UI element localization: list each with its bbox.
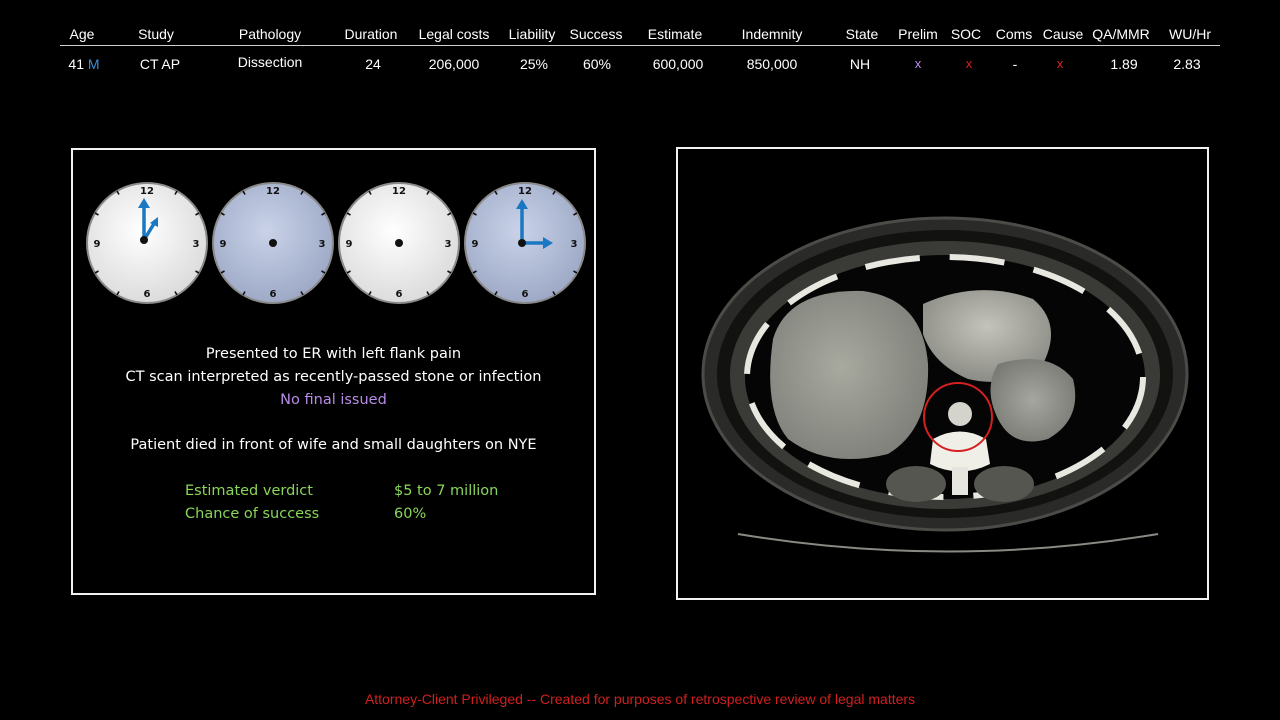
- verdict-label: Estimated verdict: [185, 483, 313, 499]
- col-success: Success: [569, 26, 623, 42]
- clock-label-6: 6: [396, 289, 403, 300]
- col-estimate: Estimate: [647, 26, 703, 42]
- cell-wu-hr: 2.83: [1173, 56, 1201, 72]
- success-value: 60%: [394, 506, 427, 522]
- cell-legal-costs: 206,000: [428, 56, 480, 72]
- narrative-line-4: Patient died in front of wife and small …: [130, 437, 537, 453]
- cell-cause: x: [1056, 56, 1064, 71]
- cell-study: CT AP: [139, 56, 181, 72]
- clock-label-9: 9: [346, 239, 353, 250]
- cell-pathology: Dissection: [237, 54, 303, 70]
- cell-estimate: 600,000: [652, 56, 704, 72]
- verdict-value: $5 to 7 million: [394, 483, 499, 499]
- col-age: Age: [69, 26, 95, 42]
- clock-label-9: 9: [220, 239, 227, 250]
- clock-label-6: 6: [144, 289, 151, 300]
- cell-age: 41 M: [68, 56, 99, 72]
- ct-scan-image: [678, 149, 1207, 598]
- cell-qa-mmr: 1.89: [1110, 56, 1138, 72]
- clock-label-12: 12: [518, 186, 532, 197]
- case-summary-table: Age Study Pathology Duration Legal costs…: [0, 0, 1280, 90]
- col-state: State: [845, 26, 879, 42]
- cell-prelim: x: [914, 56, 922, 71]
- clock-label-3: 3: [571, 239, 578, 250]
- success-label: Chance of success: [185, 506, 320, 522]
- cell-state: NH: [849, 56, 871, 72]
- cell-liability: 25%: [519, 56, 549, 72]
- col-indemnity: Indemnity: [741, 26, 803, 42]
- col-soc: SOC: [950, 26, 982, 42]
- clock-icon: 12 3 6 9: [86, 182, 208, 304]
- col-duration: Duration: [344, 26, 398, 42]
- cell-duration: 24: [365, 56, 381, 72]
- clock-label-9: 9: [94, 239, 101, 250]
- clock-label-6: 6: [270, 289, 277, 300]
- narrative-line-2: CT scan interpreted as recently-passed s…: [125, 369, 542, 385]
- ct-image-panel: [676, 147, 1209, 600]
- case-summary-panel: 12 3 6 9 12 3 6 9 12 3 6 9 12 3 6 9 Pres…: [71, 148, 596, 595]
- col-prelim: Prelim: [898, 26, 938, 42]
- footer-disclaimer: Attorney-Client Privileged -- Created fo…: [364, 691, 916, 707]
- clock-label-12: 12: [140, 186, 154, 197]
- clock-label-3: 3: [319, 239, 326, 250]
- col-study: Study: [138, 26, 174, 42]
- col-pathology: Pathology: [238, 26, 302, 42]
- clock-label-3: 3: [193, 239, 200, 250]
- cell-indemnity: 850,000: [746, 56, 798, 72]
- col-cause: Cause: [1042, 26, 1084, 42]
- narrative-line-3: No final issued: [280, 392, 387, 408]
- clock-label-12: 12: [266, 186, 280, 197]
- col-liability: Liability: [508, 26, 556, 42]
- case-outcome: Patient died in front of wife and small …: [73, 434, 594, 457]
- case-narrative: Presented to ER with left flank pain CT …: [73, 343, 594, 412]
- clock-icon: 12 3 6 9: [338, 182, 460, 304]
- clock-label-6: 6: [522, 289, 529, 300]
- clock-icon: 12 3 6 9: [212, 182, 334, 304]
- col-qa-mmr: QA/MMR: [1092, 26, 1150, 42]
- narrative-line-1: Presented to ER with left flank pain: [205, 346, 462, 362]
- clock-label-9: 9: [472, 239, 479, 250]
- clock-label-3: 3: [445, 239, 452, 250]
- header-divider: [60, 45, 1220, 46]
- age-value: 41: [68, 56, 85, 72]
- cell-success: 60%: [582, 56, 612, 72]
- clock-label-12: 12: [392, 186, 406, 197]
- sex-value: M: [87, 56, 100, 72]
- col-coms: Coms: [995, 26, 1033, 42]
- clock-icon: 12 3 6 9: [464, 182, 586, 304]
- cell-coms: -: [1012, 56, 1018, 72]
- col-wu-hr: WU/Hr: [1169, 26, 1211, 42]
- col-legal-costs: Legal costs: [418, 26, 490, 42]
- cell-soc: x: [965, 56, 973, 71]
